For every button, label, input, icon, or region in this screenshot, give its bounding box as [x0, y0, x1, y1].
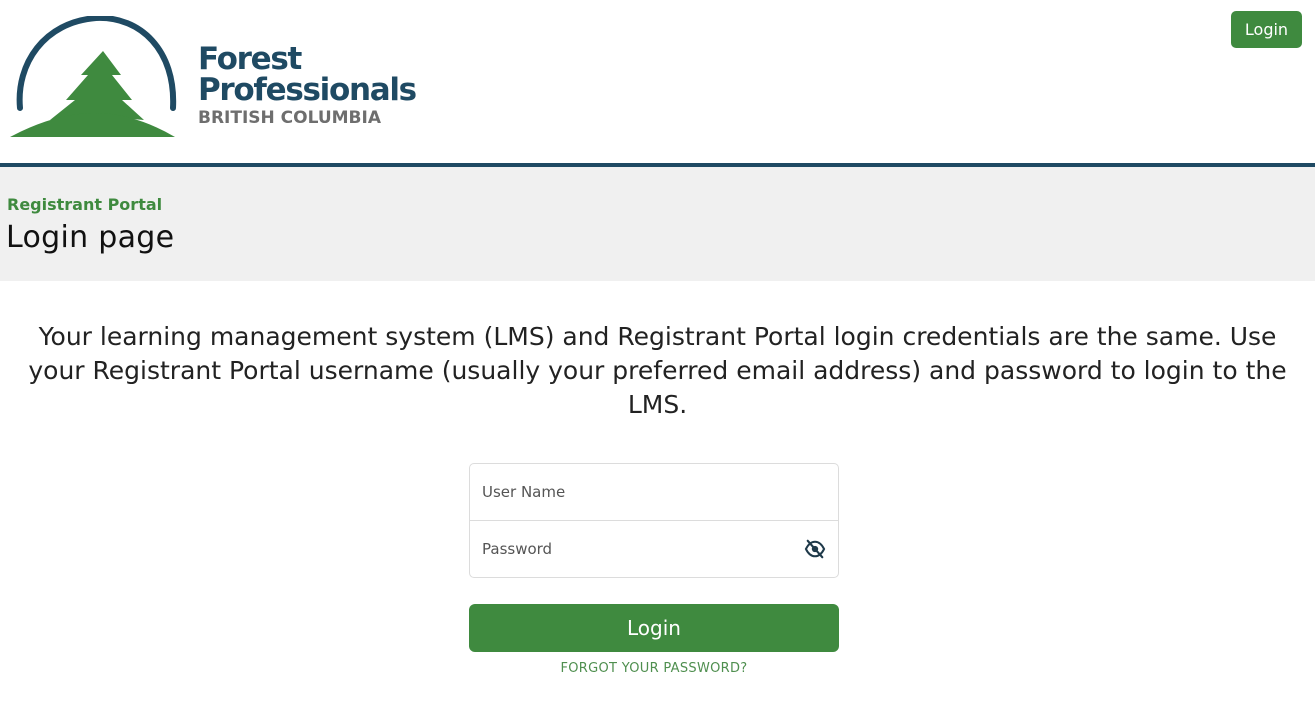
brand-line-forest: Forest: [198, 41, 302, 77]
portal-label: Registrant Portal: [7, 195, 163, 214]
password-field: [470, 521, 838, 577]
forgot-password-link[interactable]: FORGOT YOUR PASSWORD?: [469, 661, 839, 676]
brand-line-british-columbia: BRITISH COLUMBIA: [198, 108, 381, 128]
forest-logo-icon: [10, 16, 177, 137]
login-form: [469, 463, 839, 578]
eye-slash-icon[interactable]: [804, 539, 826, 559]
username-input[interactable]: [470, 471, 804, 513]
header-login-button[interactable]: Login: [1231, 11, 1302, 48]
site-header: Forest Professionals BRITISH COLUMBIA Lo…: [0, 0, 1315, 164]
password-input[interactable]: [470, 528, 804, 570]
login-button[interactable]: Login: [469, 604, 839, 652]
brand-wordmark: Forest Professionals BRITISH COLUMBIA: [198, 41, 417, 129]
intro-text: Your learning management system (LMS) an…: [28, 322, 1287, 419]
page-title: Login page: [6, 220, 175, 255]
username-field: [470, 464, 838, 521]
brand-line-professionals: Professionals: [198, 72, 417, 108]
page-title-band: Registrant Portal Login page: [0, 167, 1315, 281]
